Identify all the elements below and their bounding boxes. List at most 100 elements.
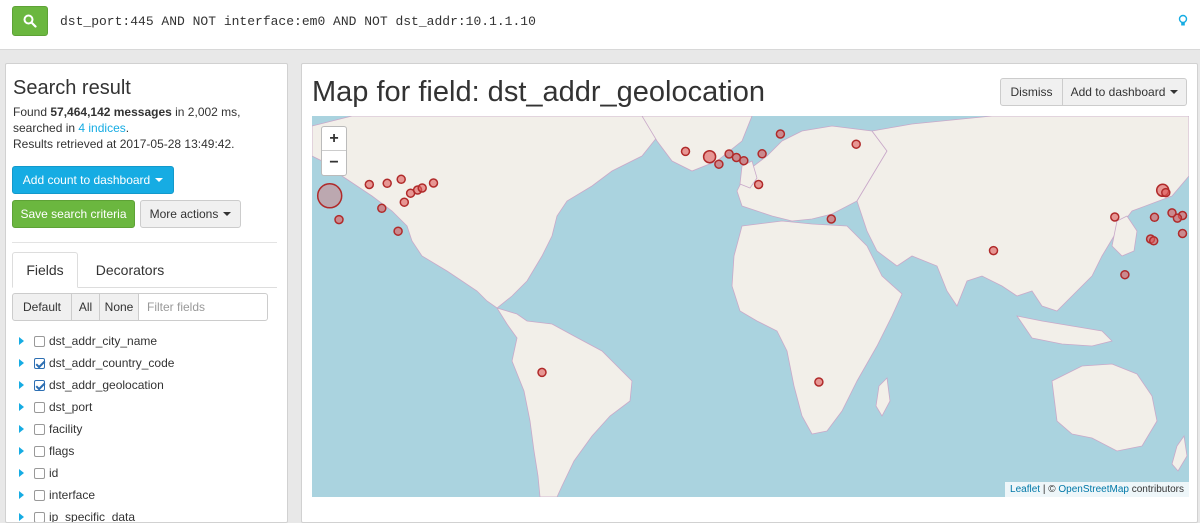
field-name[interactable]: flags: [49, 444, 74, 458]
location-marker[interactable]: [1177, 228, 1188, 239]
field-name[interactable]: dst_port: [49, 400, 92, 414]
location-marker[interactable]: [399, 197, 410, 207]
caret-down-icon: [1170, 90, 1179, 94]
expand-caret-icon[interactable]: [19, 469, 24, 477]
expand-caret-icon[interactable]: [19, 425, 24, 433]
location-marker[interactable]: [428, 178, 439, 188]
add-count-to-dashboard-button[interactable]: Add count to dashboard: [12, 166, 174, 194]
expand-caret-icon[interactable]: [19, 403, 24, 411]
location-marker[interactable]: [775, 129, 786, 139]
found-prefix: Found: [13, 105, 51, 119]
location-marker[interactable]: [377, 203, 387, 214]
dismiss-button[interactable]: Dismiss: [1000, 78, 1063, 106]
location-marker[interactable]: [753, 179, 764, 190]
location-marker[interactable]: [814, 377, 824, 387]
zoom-in-button[interactable]: +: [322, 127, 346, 151]
location-marker[interactable]: [364, 179, 375, 190]
expand-caret-icon[interactable]: [19, 359, 24, 367]
location-marker[interactable]: [757, 149, 767, 159]
location-marker[interactable]: [334, 214, 344, 225]
location-marker[interactable]: [316, 183, 343, 209]
field-checkbox[interactable]: [34, 423, 45, 435]
search-result-title: Search result: [13, 77, 131, 99]
filter-fields-input[interactable]: [138, 293, 268, 321]
divider: [12, 242, 277, 243]
map-canvas[interactable]: [312, 116, 1189, 497]
field-checkbox[interactable]: [34, 357, 45, 369]
field-row[interactable]: flags: [16, 440, 276, 462]
location-marker[interactable]: [1149, 212, 1160, 223]
land-masses: [312, 116, 1189, 497]
tab-decorators[interactable]: Decorators: [84, 252, 176, 288]
world-map[interactable]: + − Leaflet | © OpenStreetMap contributo…: [312, 116, 1189, 497]
location-marker[interactable]: [702, 149, 717, 164]
expand-caret-icon[interactable]: [19, 491, 24, 499]
leaflet-link[interactable]: Leaflet: [1010, 484, 1040, 495]
indices-link[interactable]: 4 indices: [78, 121, 125, 135]
map-title: Map for field: dst_addr_geolocation: [312, 76, 766, 108]
southeast-asia-islands: [1016, 315, 1113, 347]
field-row[interactable]: facility: [16, 418, 276, 440]
search-query-input[interactable]: dst_port:445 AND NOT interface:em0 AND N…: [60, 14, 536, 29]
location-marker[interactable]: [1110, 212, 1120, 222]
add-to-dashboard-button[interactable]: Add to dashboard: [1062, 78, 1187, 106]
field-row[interactable]: dst_addr_geolocation: [16, 374, 276, 396]
field-name[interactable]: id: [49, 466, 58, 480]
field-checkbox[interactable]: [34, 511, 45, 522]
location-marker[interactable]: [714, 159, 724, 169]
location-marker[interactable]: [393, 226, 403, 236]
field-checkbox[interactable]: [34, 401, 45, 413]
more-actions-button[interactable]: More actions: [140, 200, 241, 228]
expand-caret-icon[interactable]: [19, 513, 24, 521]
field-row[interactable]: dst_port: [16, 396, 276, 418]
field-name[interactable]: dst_addr_geolocation: [49, 378, 164, 392]
field-row[interactable]: ip_specific_data: [16, 506, 276, 522]
filter-all-button[interactable]: All: [71, 293, 100, 321]
australia-landmass: [1051, 363, 1158, 452]
filter-none-button[interactable]: None: [99, 293, 139, 321]
search-button[interactable]: [12, 6, 48, 36]
field-checkbox[interactable]: [34, 445, 45, 457]
location-marker[interactable]: [537, 367, 547, 378]
searched-suffix: .: [125, 121, 130, 135]
message-count: 57,464,142 messages: [50, 105, 172, 119]
osm-link[interactable]: OpenStreetMap: [1058, 484, 1129, 495]
location-marker[interactable]: [382, 178, 392, 189]
location-marker[interactable]: [988, 245, 999, 256]
field-name[interactable]: facility: [49, 422, 82, 436]
attribution-separator: | ©: [1040, 484, 1059, 495]
field-checkbox[interactable]: [34, 379, 45, 391]
location-marker[interactable]: [1120, 269, 1130, 280]
location-marker[interactable]: [851, 139, 861, 149]
field-row[interactable]: dst_addr_country_code: [16, 352, 276, 374]
field-name[interactable]: dst_addr_city_name: [49, 334, 157, 348]
add-to-dashboard-label: Add to dashboard: [1070, 85, 1166, 99]
searched-prefix: searched in: [13, 121, 79, 135]
field-row[interactable]: interface: [16, 484, 276, 506]
location-marker[interactable]: [739, 155, 749, 166]
expand-caret-icon[interactable]: [19, 337, 24, 345]
lightbulb-icon[interactable]: [1178, 14, 1188, 28]
location-marker[interactable]: [1148, 236, 1159, 246]
attribution-suffix: contributors: [1128, 484, 1184, 495]
tab-fields[interactable]: Fields: [12, 252, 78, 288]
zoom-out-button[interactable]: −: [322, 151, 346, 175]
field-checkbox[interactable]: [34, 467, 45, 479]
field-checkbox[interactable]: [34, 489, 45, 501]
field-row[interactable]: dst_addr_city_name: [16, 330, 276, 352]
location-marker[interactable]: [1167, 208, 1177, 218]
location-marker[interactable]: [417, 183, 427, 193]
field-name[interactable]: dst_addr_country_code: [49, 356, 174, 370]
field-row[interactable]: id: [16, 462, 276, 484]
field-name[interactable]: ip_specific_data: [49, 510, 135, 522]
save-search-criteria-button[interactable]: Save search criteria: [12, 200, 135, 228]
location-marker[interactable]: [680, 146, 691, 157]
location-marker[interactable]: [826, 214, 837, 224]
filter-default-button[interactable]: Default: [12, 293, 72, 321]
expand-caret-icon[interactable]: [19, 447, 24, 455]
location-marker[interactable]: [396, 174, 406, 185]
location-marker[interactable]: [1161, 187, 1171, 198]
expand-caret-icon[interactable]: [19, 381, 24, 389]
field-name[interactable]: interface: [49, 488, 95, 502]
field-checkbox[interactable]: [34, 335, 45, 347]
